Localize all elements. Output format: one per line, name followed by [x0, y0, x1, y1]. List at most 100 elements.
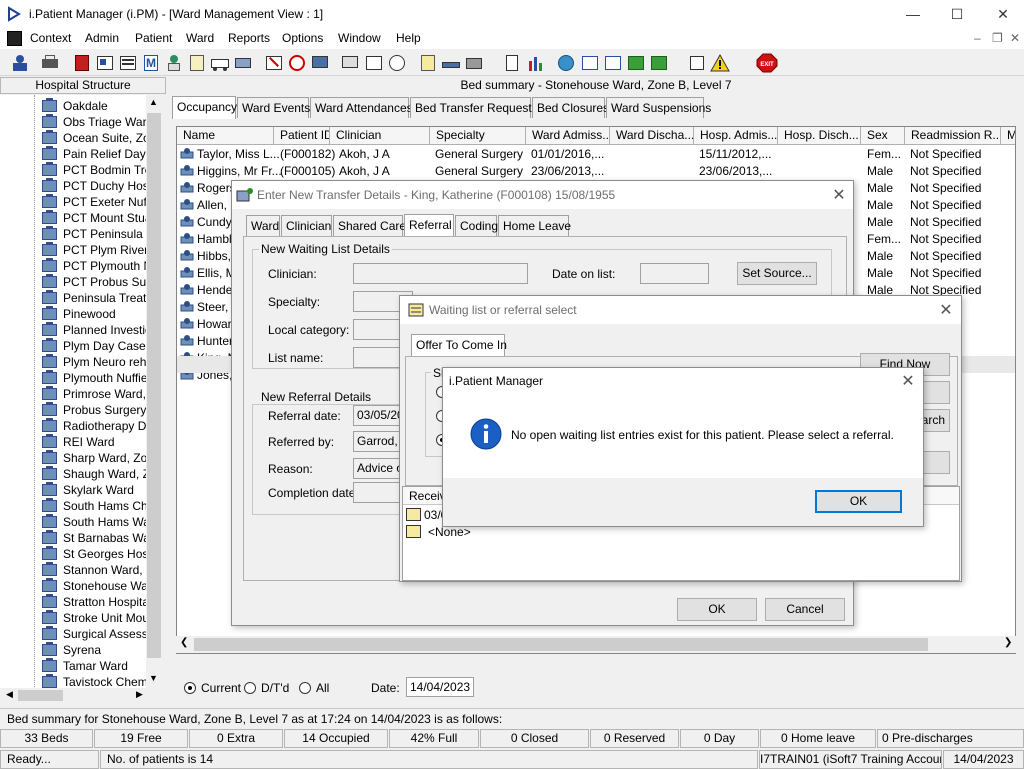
col-specialty[interactable]: Specialty — [430, 127, 526, 145]
checklist-icon[interactable] — [580, 53, 600, 73]
tree-scroll-thumb[interactable] — [147, 113, 161, 658]
globe-icon[interactable] — [556, 53, 576, 73]
blank-document-icon[interactable] — [502, 53, 522, 73]
tree-item[interactable]: Stroke Unit Mour — [42, 610, 146, 626]
referral-date-field[interactable]: 03/05/20 — [353, 405, 403, 426]
completion-date-field[interactable] — [353, 482, 403, 503]
tree-item[interactable]: Stratton Hospital — [42, 594, 146, 610]
tab-ward-attendances[interactable]: Ward Attendances — [310, 97, 413, 118]
tree-item[interactable]: Stannon Ward, Z — [42, 562, 146, 578]
tree-item[interactable]: Syrena — [42, 642, 146, 658]
exit-icon[interactable]: EXIT — [756, 53, 778, 73]
tree-item[interactable]: Planned Investig — [42, 322, 146, 338]
transfer-tab-shared-care[interactable]: Shared Care — [333, 215, 406, 236]
maximize-button[interactable]: ☐ — [946, 4, 968, 24]
grid-scroll-left-icon[interactable]: ❮ — [180, 637, 188, 648]
transfer-dialog-close-icon[interactable]: ✕ — [829, 185, 849, 205]
printer-icon[interactable] — [40, 53, 60, 73]
tree-item[interactable]: Probus Surgery V — [42, 402, 146, 418]
col-hosp-discharge[interactable]: Hosp. Disch... — [778, 127, 861, 145]
tree-item[interactable]: PCT Probus Surg — [42, 274, 146, 290]
tree-item[interactable]: PCT Plym River F — [42, 242, 146, 258]
dtd-radio[interactable] — [244, 682, 256, 694]
mdi-restore-button[interactable]: ❐ — [992, 31, 1003, 45]
tree-horizontal-scrollbar[interactable]: ◀ ▶ — [0, 688, 162, 703]
menu-context[interactable]: Context — [30, 31, 71, 45]
transfer-cancel-button[interactable]: Cancel — [765, 598, 845, 621]
col-m[interactable]: M — [1001, 127, 1015, 145]
table-row[interactable]: Taylor, Miss L... (F000182) Akoh, J A Gener… — [177, 146, 1015, 163]
scroll-right-icon[interactable]: ▶ — [136, 689, 143, 700]
col-clinician[interactable]: Clinician — [330, 127, 430, 145]
col-sex[interactable]: Sex — [861, 127, 905, 145]
tree-item[interactable]: PCT Duchy Hosp — [42, 178, 146, 194]
set-source-button[interactable]: Set Source... — [737, 262, 817, 285]
tree-item[interactable]: Obs Triage Ward — [42, 114, 146, 130]
date-field[interactable]: 14/04/2023 — [406, 677, 474, 697]
notepad-icon[interactable] — [418, 53, 438, 73]
m-icon[interactable]: M — [141, 53, 161, 73]
bar-chart-icon[interactable] — [526, 53, 546, 73]
tree-item[interactable]: PCT Mount Stuar — [42, 210, 146, 226]
tab-ward-suspensions[interactable]: Ward Suspensions — [606, 97, 711, 118]
check-document-icon[interactable] — [603, 53, 623, 73]
tree-item[interactable]: St Barnabas War — [42, 530, 146, 546]
tree-item[interactable]: Radiotherapy Day — [42, 418, 146, 434]
col-readmission[interactable]: Readmission R... — [905, 127, 1001, 145]
transfer-tab-coding[interactable]: Coding — [455, 215, 498, 236]
tree-item[interactable]: Pinewood — [42, 306, 146, 322]
referred-by-field[interactable]: Garrod, D — [353, 431, 403, 452]
ambulance-icon[interactable] — [210, 53, 230, 73]
phone-icon[interactable] — [464, 53, 484, 73]
transfer-tab-home-leave[interactable]: Home Leave — [498, 215, 571, 236]
tree-item[interactable]: Plymouth Nuffield — [42, 370, 146, 386]
tree-item[interactable]: Sharp Ward, Zon — [42, 450, 146, 466]
grid-horizontal-scrollbar[interactable]: ❮ ❯ — [176, 636, 1016, 653]
tree-item[interactable]: PCT Exeter Nuffie — [42, 194, 146, 210]
patient-list-icon[interactable] — [118, 53, 138, 73]
all-radio[interactable] — [299, 682, 311, 694]
tree-item[interactable]: PCT Peninsula Tr — [42, 226, 146, 242]
notes-icon[interactable] — [187, 53, 207, 73]
tab-bed-transfer-requests[interactable]: Bed Transfer Requests — [410, 97, 538, 118]
green-arrow-icon[interactable] — [626, 53, 646, 73]
current-radio[interactable] — [184, 682, 196, 694]
tree-item[interactable]: Stonehouse Ward — [42, 578, 146, 594]
tab-occupancy[interactable]: Occupancy — [172, 96, 237, 119]
col-ward-admission[interactable]: Ward Admiss... — [526, 127, 610, 145]
col-ward-discharge[interactable]: Ward Discha... — [610, 127, 694, 145]
table-row[interactable]: Higgins, Mr Fr... (F000105) Akoh, J A Gener… — [177, 163, 1015, 180]
mdi-close-button[interactable]: ✕ — [1010, 31, 1020, 45]
document-screen-icon[interactable] — [364, 53, 384, 73]
tree-item[interactable]: South Hams Cher — [42, 498, 146, 514]
timer-icon[interactable] — [387, 53, 407, 73]
transfer-ok-button[interactable]: OK — [677, 598, 757, 621]
col-patient-id[interactable]: Patient ID — [274, 127, 330, 145]
menu-window[interactable]: Window — [338, 31, 381, 45]
book-icon[interactable] — [72, 53, 92, 73]
message-ok-button[interactable]: OK — [815, 490, 902, 513]
tree-item[interactable]: Tamar Ward — [42, 658, 146, 674]
mdi-system-icon[interactable] — [7, 31, 22, 46]
tree-item[interactable]: PCT Bodmin Trea — [42, 162, 146, 178]
transfer-icon[interactable] — [233, 53, 253, 73]
menu-help[interactable]: Help — [396, 31, 421, 45]
grid-scroll-right-icon[interactable]: ❯ — [1004, 637, 1012, 648]
mdi-minimize-button[interactable]: – — [974, 31, 981, 45]
minimize-button[interactable]: — — [902, 4, 924, 24]
tree-vertical-scrollbar[interactable]: ▲ ▼ — [146, 95, 162, 688]
scroll-up-icon[interactable]: ▲ — [149, 97, 158, 107]
tree-item[interactable]: St Georges Hosp — [42, 546, 146, 562]
user-icon[interactable] — [10, 53, 30, 73]
tab-ward-events[interactable]: Ward Events — [237, 97, 310, 118]
tree-hscroll-thumb[interactable] — [18, 690, 63, 701]
menu-reports[interactable]: Reports — [228, 31, 270, 45]
tree-item[interactable]: PCT Plymouth Nu — [42, 258, 146, 274]
close-button[interactable]: ✕ — [992, 4, 1014, 24]
menu-admin[interactable]: Admin — [85, 31, 119, 45]
transfer-tab-ward[interactable]: Ward — [246, 215, 280, 236]
message-box-close-icon[interactable]: ✕ — [898, 371, 918, 391]
clock-icon[interactable] — [287, 53, 307, 73]
tree-item[interactable]: South Hams War — [42, 514, 146, 530]
swap-icon[interactable] — [687, 53, 707, 73]
